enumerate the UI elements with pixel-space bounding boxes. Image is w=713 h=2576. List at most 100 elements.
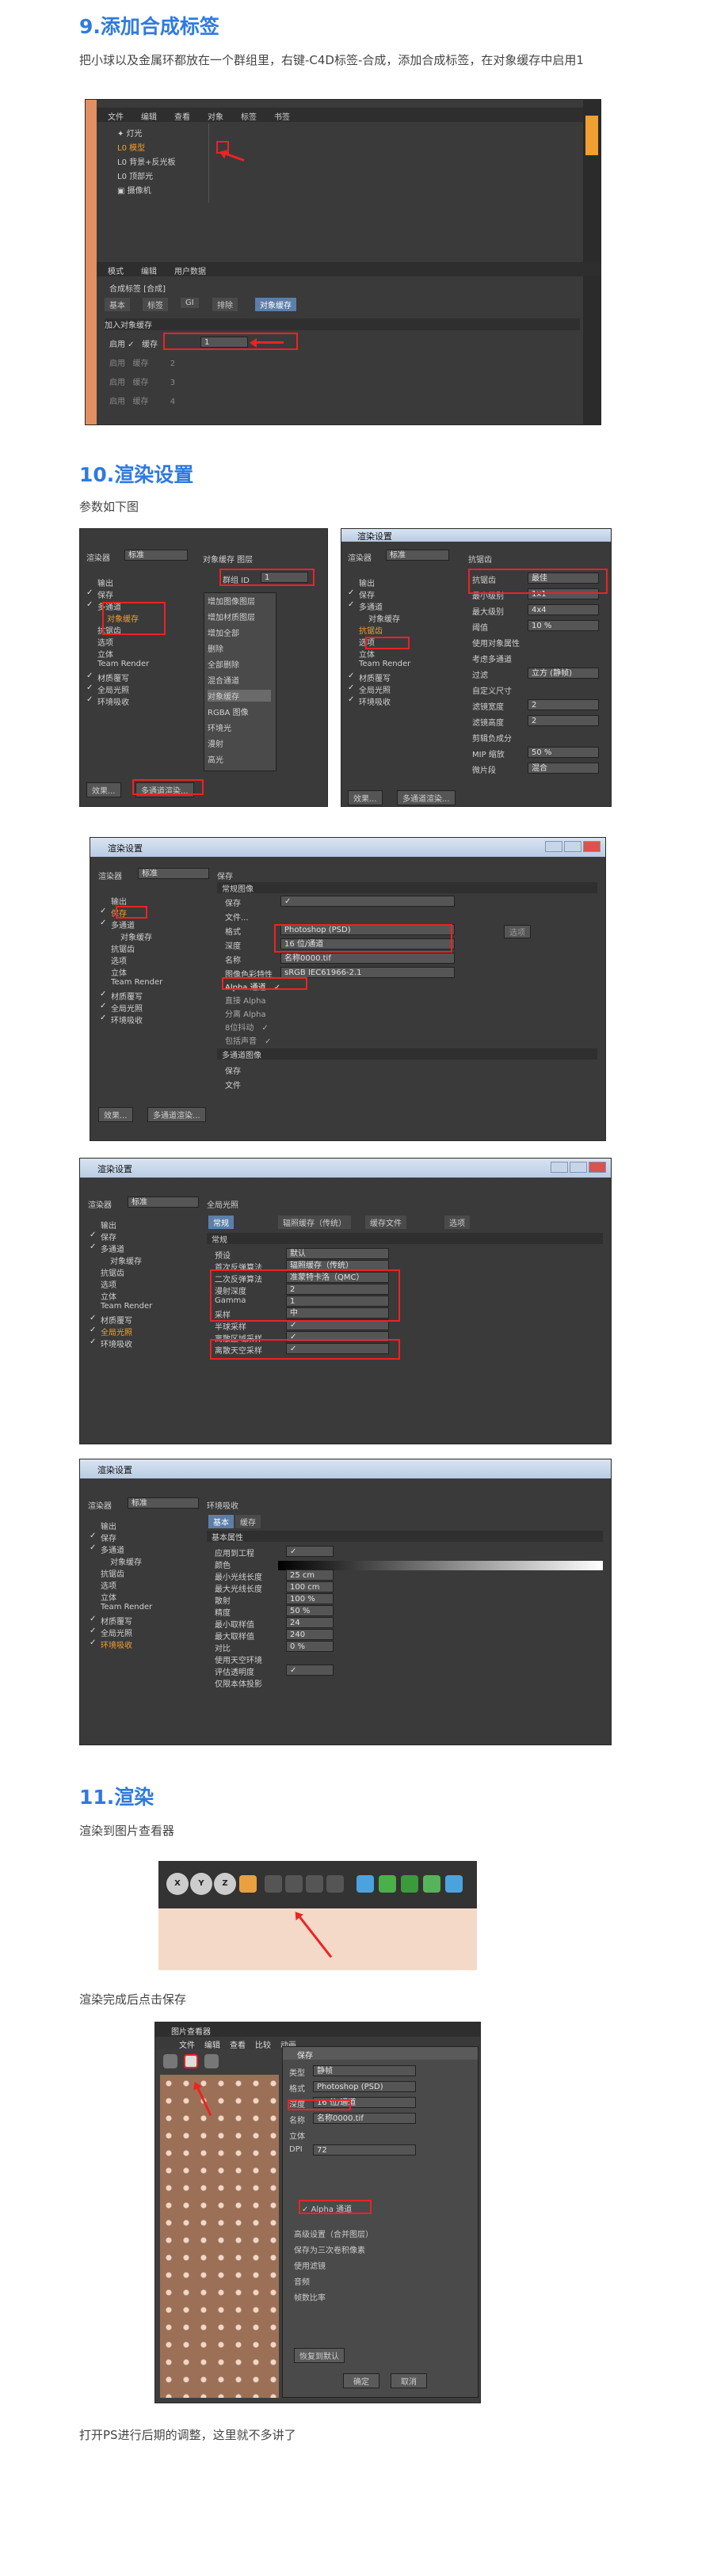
render-view-icon[interactable]: [265, 1875, 282, 1893]
check-icon[interactable]: ✓: [86, 695, 93, 704]
menu-file[interactable]: 文件: [179, 2038, 195, 2050]
settings-list-item[interactable]: 保存 ✓: [90, 1532, 116, 1543]
context-menu-item[interactable]: RGBA 图像: [208, 706, 249, 717]
check-icon[interactable]: ✓: [90, 1532, 96, 1540]
context-menu-item[interactable]: 环境光: [208, 721, 231, 733]
settings-list-item[interactable]: 材质覆写 ✓: [90, 1615, 132, 1627]
settings-list-item[interactable]: 输出: [359, 576, 375, 588]
settings-list-item[interactable]: 材质覆写 ✓: [100, 990, 143, 1002]
check-icon[interactable]: ✓: [348, 672, 354, 680]
check-icon[interactable]: ✓: [265, 1037, 271, 1046]
check-icon[interactable]: ✓: [86, 600, 93, 609]
check-icon[interactable]: ✓: [348, 600, 354, 609]
setting-value[interactable]: 10 %: [528, 620, 599, 631]
setting-value[interactable]: 混合: [528, 763, 599, 774]
settings-list-item[interactable]: 环境吸收 ✓: [100, 1014, 143, 1025]
setting-value[interactable]: 72: [313, 2144, 416, 2156]
menu-compare[interactable]: 比较: [255, 2038, 271, 2050]
check-icon[interactable]: ✓: [90, 1242, 96, 1251]
z-axis-icon[interactable]: Z: [214, 1873, 236, 1895]
object-row[interactable]: ✦ 灯光: [117, 127, 143, 139]
save-option-checkbox[interactable]: 使用滤镜: [294, 2259, 326, 2271]
settings-list-item[interactable]: 全局光照 ✓: [348, 683, 391, 695]
check-icon[interactable]: ✓: [90, 1314, 96, 1322]
menu-mode[interactable]: 模式: [108, 264, 124, 276]
menu-bookmark[interactable]: 书签: [274, 110, 290, 122]
setting-value[interactable]: 静帧: [313, 2065, 416, 2076]
setting-value[interactable]: 4x4: [528, 604, 599, 615]
setting-value[interactable]: 默认: [286, 1248, 389, 1259]
settings-list-item[interactable]: 抗锯齿: [111, 942, 135, 954]
array-icon[interactable]: [423, 1875, 440, 1893]
object-row-selected[interactable]: L0 模型: [117, 141, 145, 153]
setting-value[interactable]: Photoshop (PSD): [313, 2081, 416, 2092]
cache-row-3[interactable]: 启用 缓存 3: [109, 375, 175, 387]
menu-tag[interactable]: 标签: [241, 110, 257, 122]
settings-list-item[interactable]: Team Render: [101, 1302, 152, 1314]
object-row[interactable]: L0 背景+反光板: [117, 155, 176, 167]
nurbs-icon[interactable]: [401, 1875, 418, 1893]
settings-list-item[interactable]: Team Render: [111, 978, 162, 990]
settings-list-item[interactable]: 多通道 ✓: [348, 600, 383, 612]
options-button[interactable]: 选项: [504, 925, 531, 938]
open-icon[interactable]: [163, 2054, 177, 2068]
settings-list-item[interactable]: 对象缓存: [110, 1555, 142, 1567]
cache-row-2[interactable]: 启用 缓存 2: [109, 356, 175, 368]
context-menu-item[interactable]: 增加图像图层: [208, 595, 255, 607]
tab-options[interactable]: 选项: [444, 1216, 470, 1229]
setting-value[interactable]: ✓: [286, 1665, 334, 1676]
setting-value[interactable]: 100 %: [286, 1593, 334, 1604]
alpha-option[interactable]: 包括声音 ✓: [225, 1034, 271, 1046]
settings-list-item[interactable]: 立体: [111, 966, 127, 978]
renderer-select[interactable]: 标准: [128, 1497, 199, 1509]
settings-list-item[interactable]: 多通道 ✓: [90, 1543, 124, 1555]
cancel-button[interactable]: 取消: [391, 2373, 427, 2388]
setting-value[interactable]: ✓: [280, 896, 455, 907]
settings-list-item[interactable]: 环境吸收 ✓: [348, 695, 391, 707]
context-menu-item[interactable]: 增加全部: [208, 626, 239, 638]
settings-list-item[interactable]: 全局光照 ✓: [100, 1002, 143, 1014]
tab-object-buffer[interactable]: 对象缓存: [255, 298, 296, 311]
cache-row-1[interactable]: 启用 ✓ 缓存: [109, 337, 158, 349]
close-button[interactable]: [589, 1162, 606, 1173]
settings-list-item[interactable]: 输出: [101, 1520, 116, 1532]
tab-basic[interactable]: 基本: [105, 298, 130, 311]
multipass-button[interactable]: 多通道渲染...: [147, 1107, 206, 1122]
context-menu-item[interactable]: 增加材质图层: [208, 611, 255, 622]
settings-list-item[interactable]: 选项: [97, 636, 113, 648]
settings-list-item[interactable]: 材质覆写 ✓: [86, 672, 129, 683]
save-option-checkbox[interactable]: 高级设置（合并图层）: [294, 2228, 373, 2239]
menu-edit[interactable]: 编辑: [141, 264, 157, 276]
maximize-button[interactable]: [564, 841, 581, 852]
group-header[interactable]: 常规图像: [217, 882, 597, 894]
check-icon[interactable]: ✓: [86, 672, 93, 680]
setting-value[interactable]: 名称0000.tif: [313, 2113, 416, 2124]
renderer-select[interactable]: 标准: [138, 868, 209, 879]
settings-list-item[interactable]: 环境吸收 ✓: [90, 1337, 132, 1349]
setting-value[interactable]: 名称0000.tif: [280, 953, 455, 964]
context-menu-item[interactable]: 高光: [208, 753, 223, 765]
y-axis-icon[interactable]: Y: [190, 1873, 212, 1895]
menu-userdata[interactable]: 用户数据: [174, 264, 206, 276]
multipass-button[interactable]: 多通道渲染...: [397, 790, 456, 805]
settings-list-item[interactable]: 全局光照 ✓: [90, 1326, 132, 1337]
tab-cache[interactable]: 缓存: [235, 1515, 261, 1528]
check-icon[interactable]: ✓: [86, 683, 93, 692]
render-picture-viewer-icon[interactable]: [285, 1875, 303, 1893]
tab-basic[interactable]: 基本: [208, 1515, 234, 1528]
check-icon[interactable]: ✓: [90, 1638, 96, 1647]
settings-list-item[interactable]: 输出: [111, 895, 127, 907]
setting-value[interactable]: 2: [528, 699, 599, 710]
settings-list-item[interactable]: 输出: [97, 576, 113, 588]
tab-general[interactable]: 常规: [208, 1216, 234, 1229]
context-menu-item[interactable]: 漫射: [208, 737, 223, 749]
settings-list-item[interactable]: 多通道 ✓: [100, 919, 135, 930]
settings-list-item[interactable]: 全局光照 ✓: [90, 1627, 132, 1638]
check-icon[interactable]: ✓: [90, 1543, 96, 1552]
check-icon[interactable]: ✓: [100, 990, 106, 999]
save-option-checkbox[interactable]: 帧数比率: [294, 2291, 326, 2303]
check-icon[interactable]: ✓: [348, 588, 354, 597]
settings-list-item[interactable]: 保存 ✓: [90, 1231, 116, 1242]
setting-value[interactable]: 50 %: [528, 747, 599, 758]
object-row[interactable]: ▣ 摄像机: [117, 184, 151, 196]
